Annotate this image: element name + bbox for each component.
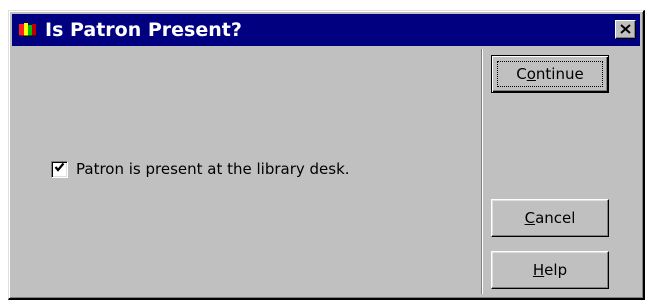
cancel-label: Cancel bbox=[524, 209, 576, 227]
patron-present-dialog: Is Patron Present? Patron is present at … bbox=[8, 10, 645, 300]
patron-present-label: Patron is present at the library desk. bbox=[76, 160, 350, 178]
close-button[interactable] bbox=[615, 20, 636, 39]
help-label: Help bbox=[532, 261, 568, 279]
close-icon bbox=[620, 21, 631, 39]
window-title: Is Patron Present? bbox=[45, 19, 242, 41]
continue-button[interactable]: Continue bbox=[491, 55, 609, 93]
cancel-button[interactable]: Cancel bbox=[491, 199, 609, 237]
help-button[interactable]: Help bbox=[491, 251, 609, 289]
title-bar[interactable]: Is Patron Present? bbox=[12, 14, 640, 46]
patron-present-checkbox-row[interactable]: Patron is present at the library desk. bbox=[51, 160, 350, 178]
library-app-icon bbox=[17, 19, 39, 41]
checkmark-icon bbox=[54, 160, 65, 178]
continue-label: Continue bbox=[516, 65, 584, 83]
patron-present-checkbox[interactable] bbox=[51, 160, 68, 178]
vertical-divider bbox=[481, 49, 483, 294]
